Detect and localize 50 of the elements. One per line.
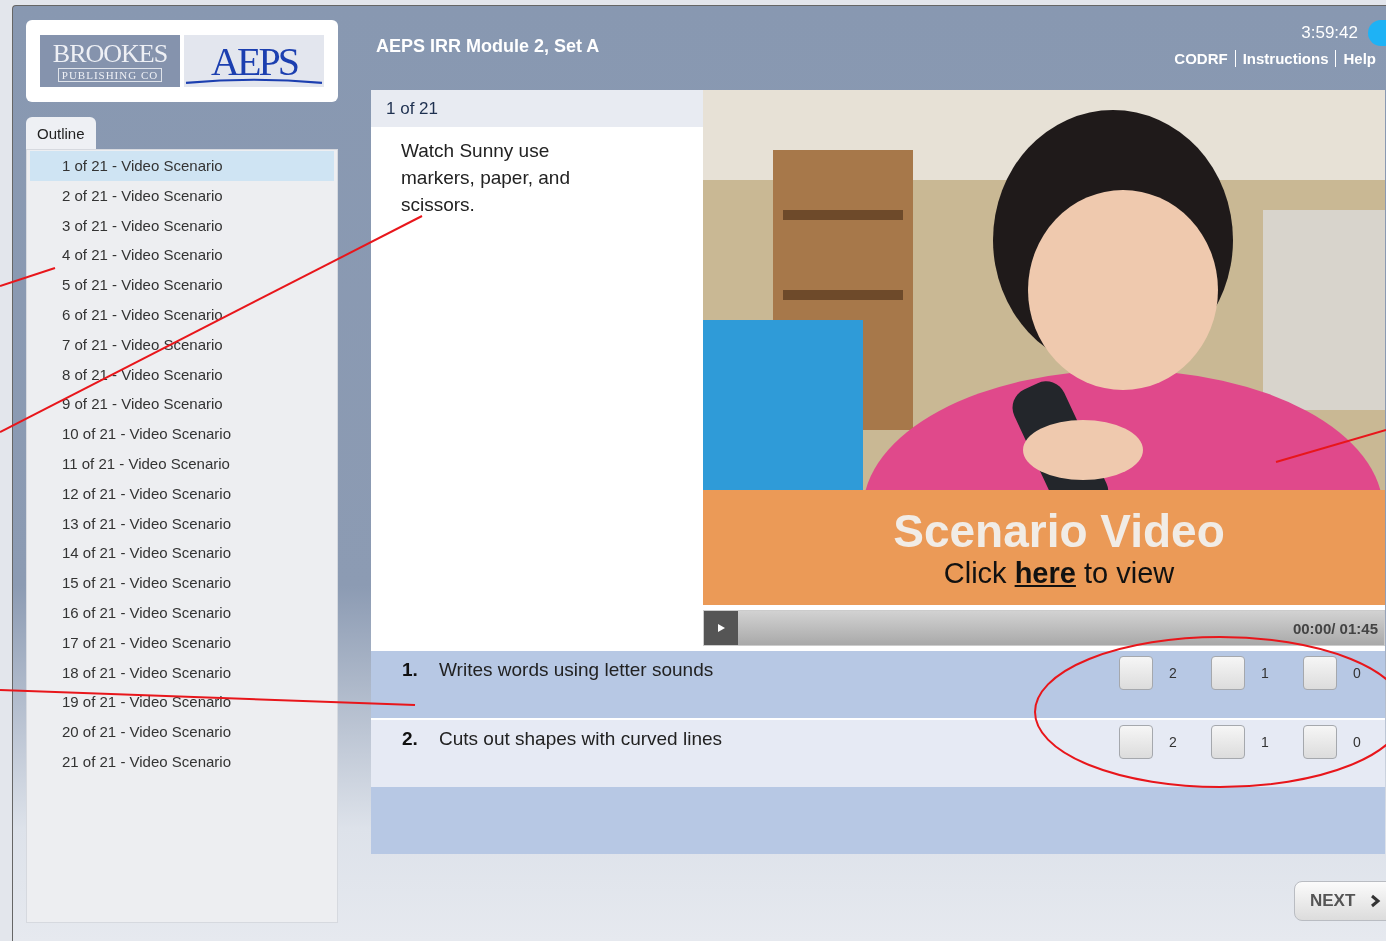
outline-item[interactable]: 3 of 21 - Video Scenario (30, 210, 334, 241)
score-checkbox[interactable] (1211, 725, 1245, 759)
outline-item[interactable]: 4 of 21 - Video Scenario (30, 240, 334, 271)
item-number: 2. (402, 728, 419, 750)
product-logo: AEPS (184, 35, 324, 87)
next-button[interactable]: NEXT (1294, 881, 1386, 921)
publisher-logo: BROOKES PUBLISHING CO (40, 35, 180, 87)
score-label: 2 (1169, 665, 1177, 681)
score-checkbox[interactable] (1119, 725, 1153, 759)
item-text: Cuts out shapes with curved lines (439, 728, 723, 750)
timer: 3:59:42 (1301, 23, 1358, 43)
module-title: AEPS IRR Module 2, Set A (376, 36, 600, 58)
video-time: 00:00/ 01:45 (1292, 619, 1378, 637)
play-button[interactable] (704, 611, 738, 645)
score-checkbox[interactable] (1119, 656, 1153, 690)
outline-item[interactable]: 14 of 21 - Video Scenario (30, 538, 334, 569)
outline-item[interactable]: 18 of 21 - Video Scenario (30, 657, 334, 688)
score-label: 1 (1261, 665, 1269, 681)
banner-title: Scenario Video (893, 505, 1225, 557)
outline-item[interactable]: 1 of 21 - Video Scenario (30, 151, 334, 181)
outline-item[interactable]: 13 of 21 - Video Scenario (30, 508, 334, 539)
item-number: 1. (402, 659, 419, 681)
outline-item[interactable]: 17 of 21 - Video Scenario (30, 627, 334, 658)
play-icon (716, 623, 726, 633)
outline-item[interactable]: 20 of 21 - Video Scenario (30, 717, 334, 747)
outline-tab[interactable]: Outline (26, 117, 96, 149)
score-label: 1 (1261, 734, 1269, 750)
score-checkbox[interactable] (1303, 725, 1337, 759)
outline-item[interactable]: 21 of 21 - Video Scenario (30, 746, 334, 777)
score-label: 2 (1169, 734, 1177, 750)
outline-item[interactable]: 6 of 21 - Video Scenario (30, 300, 334, 330)
outline-item[interactable]: 2 of 21 - Video Scenario (30, 180, 334, 211)
outline-item[interactable]: 11 of 21 - Video Scenario (30, 448, 334, 479)
video-banner[interactable]: Scenario Video Click here to view (703, 490, 1385, 605)
outline-item[interactable]: 9 of 21 - Video Scenario (30, 389, 334, 420)
outline-item[interactable]: 15 of 21 - Video Scenario (30, 568, 334, 598)
item-text: Writes words using letter sounds (439, 659, 714, 681)
outline-item[interactable]: 12 of 21 - Video Scenario (30, 478, 334, 509)
outline-item[interactable]: 19 of 21 - Video Scenario (30, 687, 334, 718)
score-label: 0 (1353, 665, 1361, 681)
score-checkbox[interactable] (1211, 656, 1245, 690)
outline-item[interactable]: 10 of 21 - Video Scenario (30, 419, 334, 449)
chevron-right-icon (1369, 894, 1382, 908)
prompt-text: Watch Sunny use markers, paper, and scissors. (401, 139, 571, 217)
outline-item[interactable]: 5 of 21 - Video Scenario (30, 270, 334, 300)
score-checkbox[interactable] (1303, 656, 1337, 690)
slide-counter: 1 of 21 (371, 90, 703, 127)
outline-item[interactable]: 16 of 21 - Video Scenario (30, 597, 334, 628)
score-label: 0 (1353, 734, 1361, 750)
click-to-view-text[interactable]: Click here to view (943, 557, 1175, 590)
